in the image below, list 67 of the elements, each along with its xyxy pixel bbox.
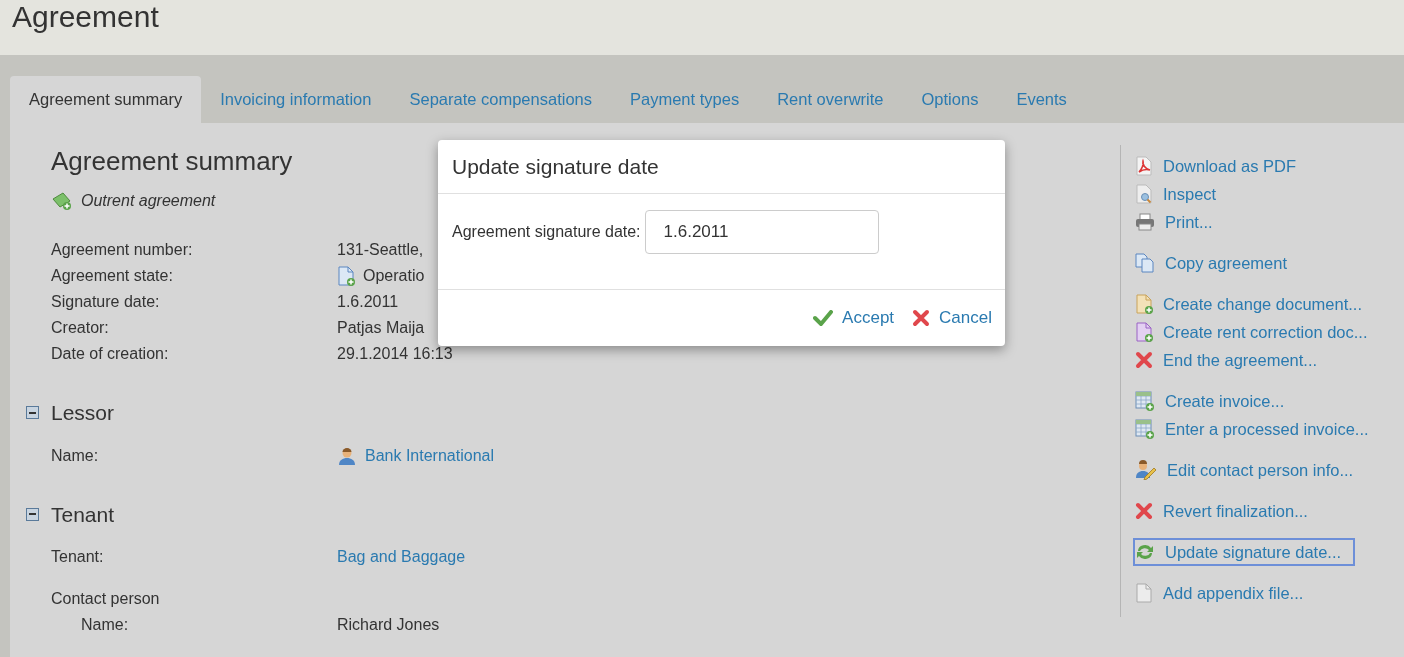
field-label: Date of creation: xyxy=(51,344,170,364)
subheading: Contact person xyxy=(51,589,160,609)
action-link[interactable]: Create rent correction doc... xyxy=(1133,318,1382,346)
cross-icon xyxy=(1135,351,1153,369)
collapse-toggle[interactable] xyxy=(26,406,39,420)
action-link[interactable]: Update signature date... xyxy=(1133,538,1356,566)
field-label: Agreement number: xyxy=(51,240,194,260)
action-link[interactable]: Revert finalization... xyxy=(1133,497,1322,525)
action-link[interactable]: Create change document... xyxy=(1133,290,1377,318)
copy-icon xyxy=(1135,253,1155,273)
document-icon xyxy=(337,266,355,286)
tab[interactable]: Separate compensations xyxy=(390,76,611,123)
tab[interactable]: Events xyxy=(997,76,1086,123)
printer-icon xyxy=(1135,213,1155,231)
dialog-title: Update signature date xyxy=(452,153,659,180)
document-plus-icon xyxy=(1135,294,1153,314)
agreement-type: Outrent agreement xyxy=(81,191,216,211)
person-pencil-icon xyxy=(1135,460,1157,480)
cross-icon xyxy=(1135,502,1153,520)
value-link[interactable]: Bank International xyxy=(365,443,494,468)
action-link[interactable]: Copy agreement xyxy=(1133,249,1301,277)
action-link[interactable]: Edit contact person info... xyxy=(1133,456,1368,484)
field-value: Richard Jones xyxy=(337,615,440,635)
value-link[interactable]: Bag and Baggage xyxy=(337,545,466,569)
magnifier-document-icon xyxy=(1135,184,1153,204)
field-value: 1.6.2011 xyxy=(337,292,399,312)
action-link[interactable]: Enter a processed invoice... xyxy=(1133,415,1383,443)
field-value: 29.1.2014 16:13 xyxy=(337,344,453,364)
field-value: 131-Seattle, xyxy=(337,240,424,260)
section-title: Lessor xyxy=(51,400,115,426)
tab[interactable]: Rent overwrite xyxy=(758,76,903,123)
spreadsheet-plus-icon xyxy=(1135,391,1155,411)
action-link[interactable]: Download as PDF xyxy=(1133,152,1310,180)
collapse-toggle[interactable] xyxy=(26,507,39,521)
field-value: Patjas Maija xyxy=(337,318,425,338)
field-label: Signature date: xyxy=(51,292,161,312)
field-label: Name: xyxy=(51,445,100,466)
field-label: Name: xyxy=(80,615,130,635)
field-label: Agreement state: xyxy=(51,266,174,286)
cancel-button[interactable]: Cancel xyxy=(912,305,992,331)
action-link[interactable]: Print... xyxy=(1133,208,1227,236)
document-icon xyxy=(1135,583,1153,603)
date-field[interactable]: 1.6.2011 xyxy=(644,210,879,254)
action-link[interactable]: Inspect xyxy=(1133,180,1231,208)
cross-icon xyxy=(912,309,931,327)
tab[interactable]: Options xyxy=(902,76,998,123)
page-title: Agreement xyxy=(12,0,160,34)
tab[interactable]: Invoicing information xyxy=(201,76,391,123)
section-heading: Agreement summary xyxy=(51,145,293,177)
document-plus-icon xyxy=(1135,322,1153,342)
field-label: Agreement signature date: xyxy=(452,222,641,242)
accept-button[interactable]: Accept xyxy=(813,305,895,331)
action-link[interactable]: Add appendix file... xyxy=(1133,579,1318,607)
tab[interactable]: Agreement summary xyxy=(10,76,202,123)
tab[interactable]: Payment types xyxy=(611,76,759,123)
field-value: Operatio xyxy=(363,266,425,286)
action-link[interactable]: End the agreement... xyxy=(1133,346,1332,374)
action-link[interactable]: Create invoice... xyxy=(1133,387,1299,415)
field-label: Creator: xyxy=(51,318,110,338)
field-label: Tenant: xyxy=(51,547,105,567)
money-plus-icon xyxy=(51,191,73,211)
person-icon xyxy=(337,446,357,465)
pdf-icon xyxy=(1135,156,1153,176)
refresh-icon xyxy=(1135,543,1155,561)
section-title: Tenant xyxy=(51,501,115,528)
spreadsheet-plus-icon xyxy=(1135,419,1155,439)
checkmark-icon xyxy=(813,310,834,326)
